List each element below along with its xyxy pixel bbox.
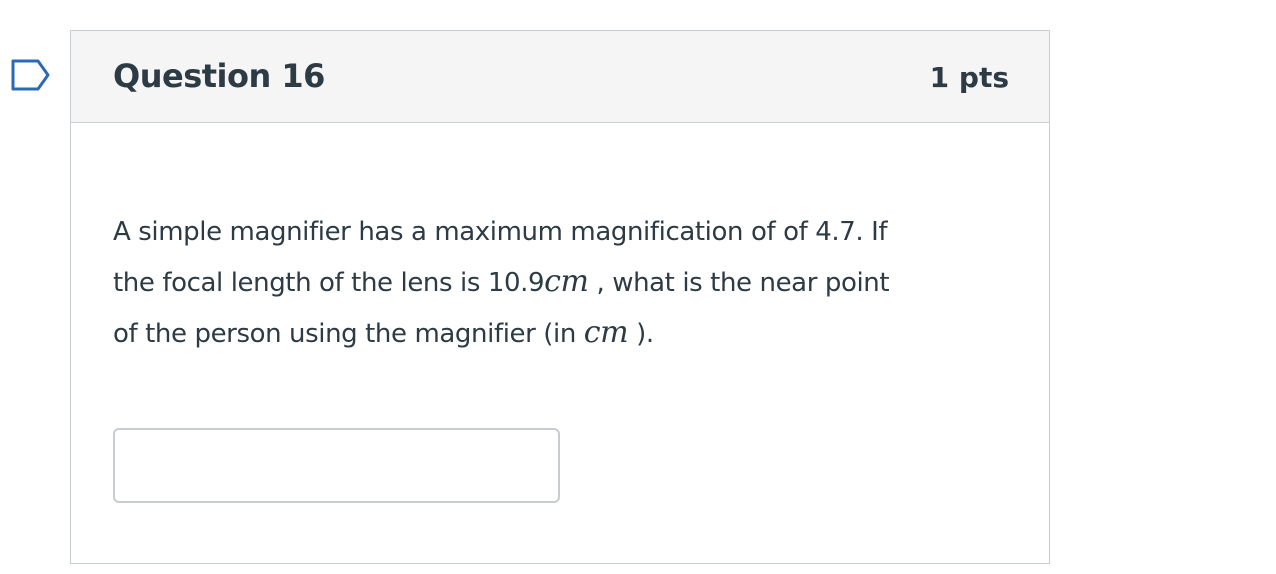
- question-header: Question 16 1 pts: [71, 31, 1049, 123]
- question-text-line-2-end: , what is the near point: [588, 268, 890, 298]
- question-text-line-1: A simple magnifier has a maximum magnifi…: [113, 207, 1023, 257]
- question-text-line-2: the focal length of the lens is 10.9cm ,…: [113, 257, 1023, 308]
- answer-input[interactable]: [113, 428, 560, 503]
- question-text-line-3: of the person using the magnifier (in cm…: [113, 308, 1023, 359]
- question-text-line-2-start: the focal length of the lens is 10.9: [113, 268, 545, 298]
- question-text-line-1-content: A simple magnifier has a maximum magnifi…: [113, 217, 888, 247]
- unit-cm: cm: [544, 264, 589, 299]
- flag-question-icon[interactable]: [10, 58, 52, 92]
- unit-cm-2: cm: [583, 315, 629, 350]
- question-text-line-3-start: of the person using the magnifier (in: [113, 319, 584, 349]
- question-points: 1 pts: [929, 61, 1009, 94]
- question-text-line-3-end: ).: [628, 319, 654, 349]
- question-text: A simple magnifier has a maximum magnifi…: [113, 207, 1023, 359]
- question-card: Question 16 1 pts A simple magnifier has…: [70, 30, 1050, 564]
- question-title: Question 16: [113, 57, 325, 95]
